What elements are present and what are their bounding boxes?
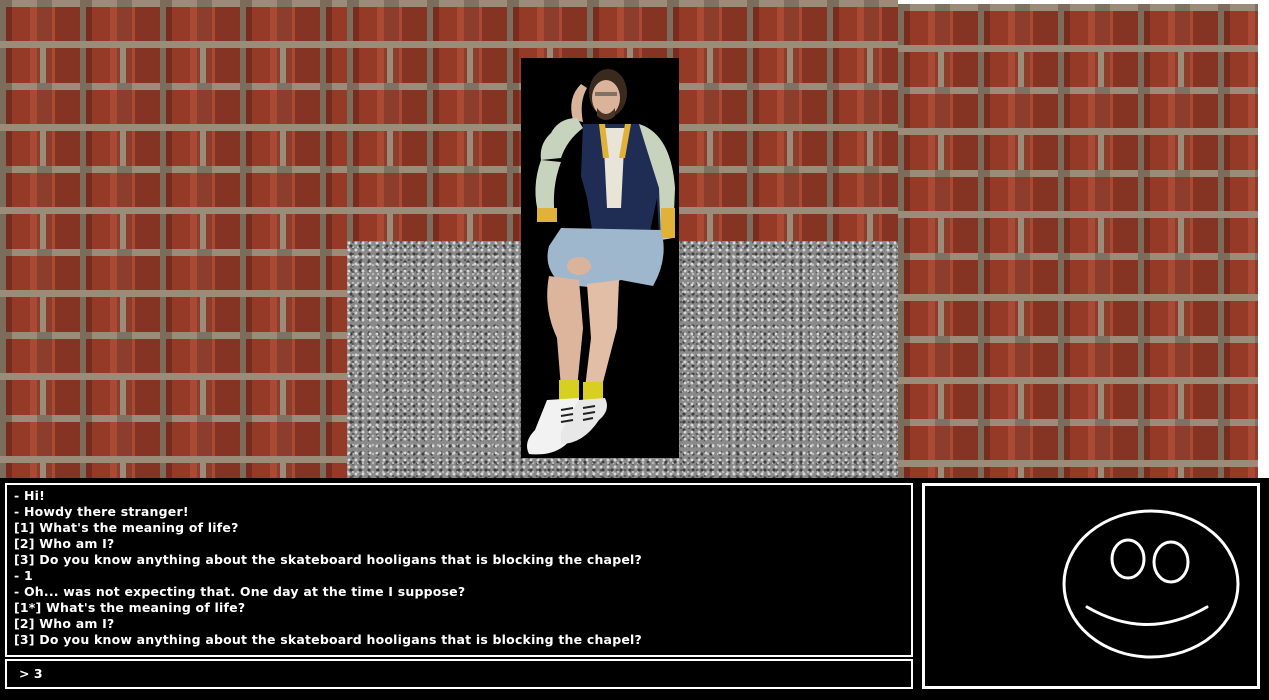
man-sitting-figure — [527, 69, 675, 455]
dialogue-lines: - Hi! - Howdy there stranger! [1] What's… — [7, 485, 911, 648]
brick-wall-right — [898, 4, 1258, 478]
brick-wall-left — [0, 0, 347, 478]
dialogue-option[interactable]: [3] Do you know anything about the skate… — [14, 552, 911, 568]
dialogue-line: - 1 — [14, 568, 33, 583]
dialogue-option[interactable]: [2] Who am I? — [14, 536, 911, 552]
dialogue-option[interactable]: [1*] What's the meaning of life? — [14, 600, 911, 616]
dialogue-line: - Howdy there stranger! — [14, 504, 189, 519]
dialogue-log: - Hi! - Howdy there stranger! [1] What's… — [5, 483, 913, 657]
prompt-symbol: > — [19, 666, 30, 681]
dialogue-line: - Oh... was not expecting that. One day … — [14, 584, 466, 599]
dialogue-option[interactable]: [2] Who am I? — [14, 616, 911, 632]
command-input[interactable]: > 3 — [5, 659, 913, 689]
dialogue-option[interactable]: [3] Do you know anything about the skate… — [14, 632, 911, 648]
command-input-value: 3 — [33, 666, 43, 681]
character-sprite[interactable] — [521, 58, 679, 458]
dialogue-line: - Hi! — [14, 488, 45, 503]
smiley-face-icon — [1062, 509, 1240, 659]
portrait-panel — [922, 483, 1260, 689]
dialogue-option[interactable]: [1] What's the meaning of life? — [14, 520, 911, 536]
